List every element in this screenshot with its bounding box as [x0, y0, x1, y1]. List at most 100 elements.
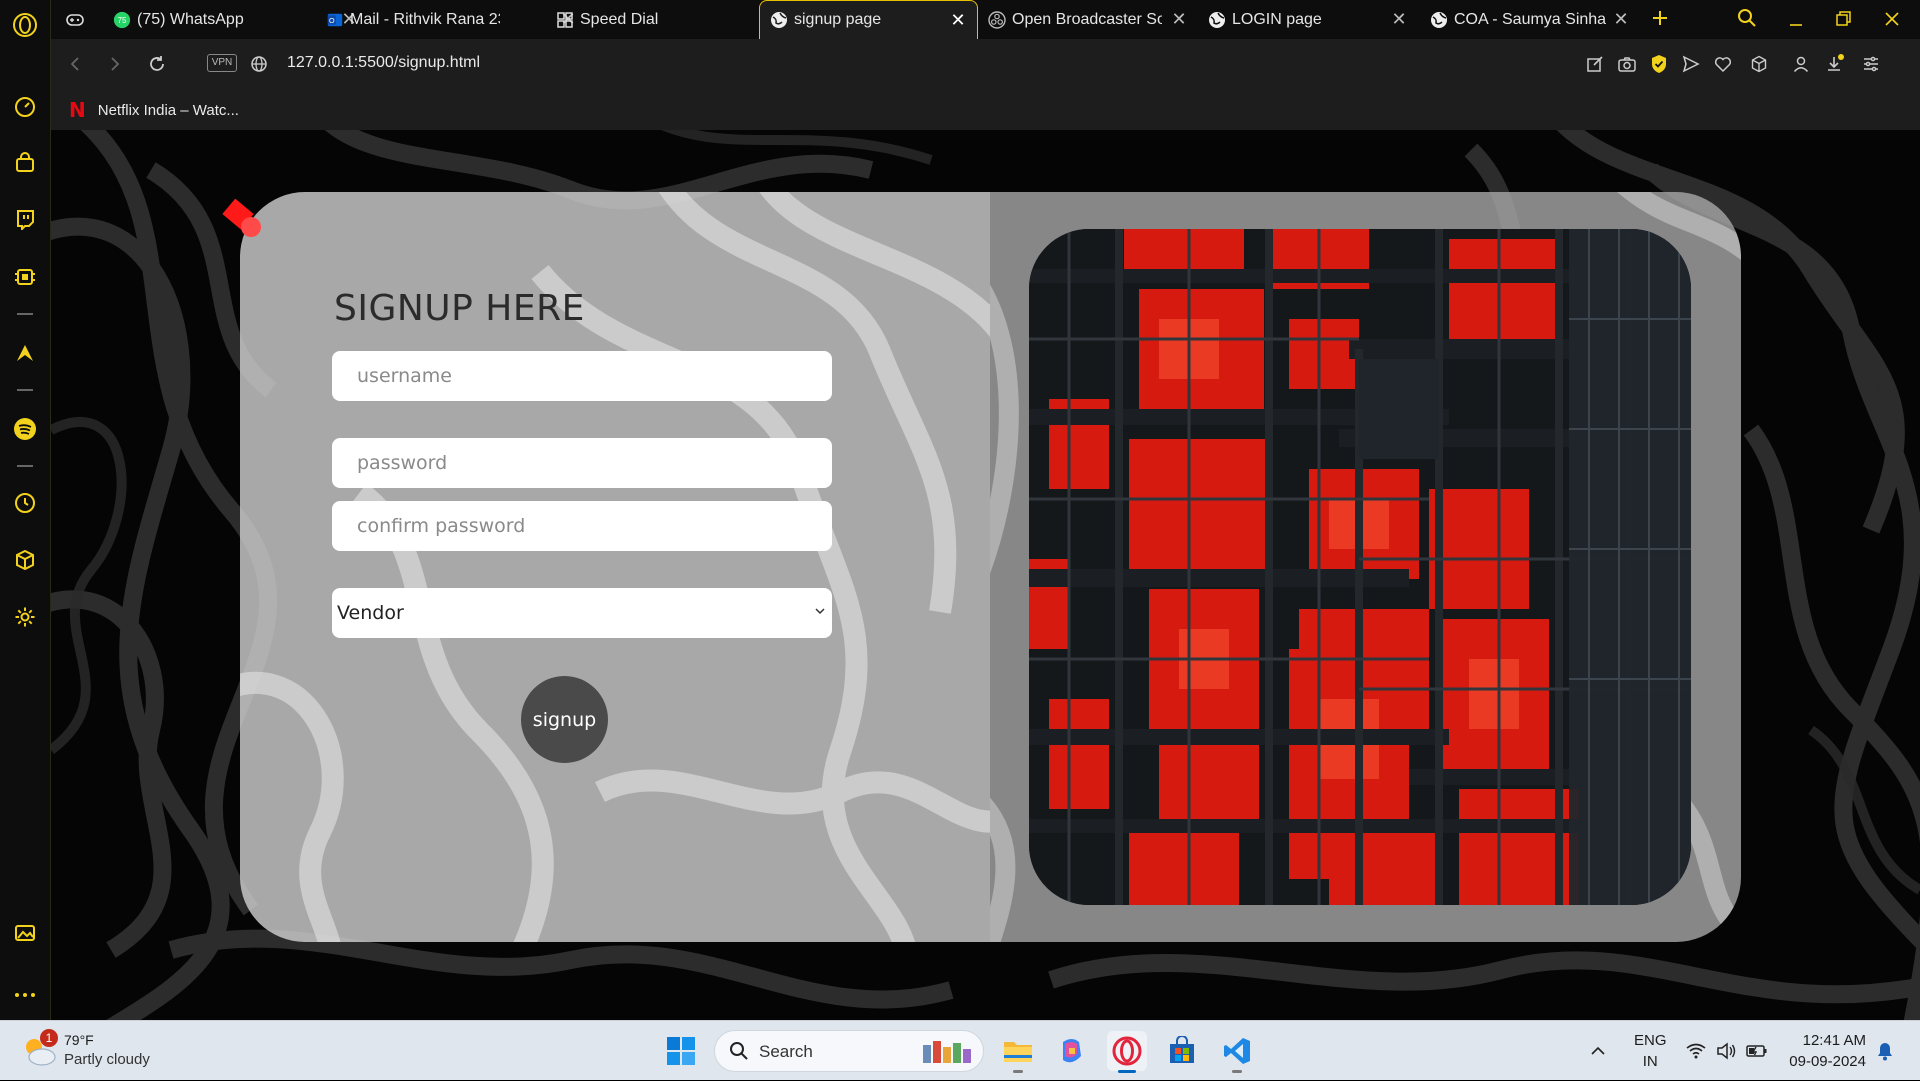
- address-bar: VPN 127.0.0.1:5500/signup.html: [51, 39, 1920, 89]
- battery-icon[interactable]: [1746, 1021, 1768, 1081]
- aria-icon[interactable]: [12, 340, 38, 366]
- wifi-icon[interactable]: [1686, 1021, 1706, 1081]
- vscode-app[interactable]: [1217, 1031, 1257, 1073]
- tab-search-icon[interactable]: [1735, 6, 1759, 30]
- reload-icon[interactable]: [145, 52, 169, 76]
- close-tab-icon[interactable]: ✕: [1170, 9, 1188, 29]
- profile-icon[interactable]: [1789, 52, 1813, 76]
- sidebar-divider: [17, 389, 33, 391]
- form-panel: SIGNUP HERE Vendor signup: [240, 192, 990, 942]
- wallpaper-icon[interactable]: [12, 920, 38, 946]
- role-select[interactable]: Vendor: [332, 588, 832, 638]
- tab-title: Speed Dial: [580, 10, 659, 28]
- close-tab-icon[interactable]: ✕: [949, 10, 967, 30]
- twitch-icon[interactable]: [12, 206, 38, 232]
- weather-widget[interactable]: 1 79°F Partly cloudy: [20, 1029, 180, 1073]
- region-code: IN: [1642, 1053, 1658, 1070]
- username-input[interactable]: [332, 351, 832, 401]
- search-icon: [730, 1042, 748, 1060]
- bookmark-netflix[interactable]: N Netflix India – Watc...: [69, 95, 239, 125]
- tray-overflow-chevron-icon[interactable]: [1590, 1021, 1606, 1081]
- gamepad-icon[interactable]: [63, 8, 87, 32]
- speedometer-icon[interactable]: [12, 94, 38, 120]
- tab-title: Mail - Rithvik Rana 23S: [350, 10, 500, 28]
- heart-icon[interactable]: [1711, 52, 1735, 76]
- taskbar-search[interactable]: Search: [714, 1030, 984, 1072]
- ai-chip-icon[interactable]: [12, 264, 38, 290]
- shopping-bag-icon[interactable]: [12, 150, 38, 176]
- back-icon[interactable]: [63, 52, 87, 76]
- url-field[interactable]: 127.0.0.1:5500/signup.html: [287, 54, 480, 72]
- history-icon[interactable]: [12, 490, 38, 516]
- search-label: Search: [759, 1042, 813, 1061]
- globe-icon: [770, 11, 788, 29]
- tab-coa[interactable]: COA - Saumya Sinha ✕: [1420, 0, 1640, 39]
- site-info-globe-icon[interactable]: [247, 52, 271, 76]
- download-icon[interactable]: [1823, 52, 1847, 76]
- vpn-badge[interactable]: VPN: [207, 54, 237, 72]
- store-app[interactable]: [1162, 1031, 1202, 1071]
- minimize-icon[interactable]: [1784, 8, 1808, 32]
- folder-icon: [1004, 1042, 1032, 1062]
- tab-login-page[interactable]: LOGIN page ✕: [1198, 0, 1418, 39]
- sidebar-divider: [17, 465, 33, 467]
- notification-bell-icon[interactable]: [1876, 1021, 1894, 1081]
- spotify-icon[interactable]: [12, 416, 38, 442]
- more-dots-icon[interactable]: [12, 982, 38, 1008]
- extensions-cube-icon[interactable]: [12, 547, 38, 573]
- tab-bar: 75 (75) WhatsApp ✕ O Mail - Rithvik Rana…: [51, 0, 1920, 39]
- outlook-icon: O: [326, 11, 344, 29]
- whatsapp-icon: 75: [113, 11, 131, 29]
- tab-mail[interactable]: O Mail - Rithvik Rana 23S ✕: [318, 0, 583, 39]
- weather-desc: Partly cloudy: [64, 1051, 150, 1068]
- close-tab-icon[interactable]: ✕: [1612, 9, 1630, 29]
- clock[interactable]: 12:41 AM 09-09-2024: [1789, 1030, 1866, 1072]
- signup-card: SIGNUP HERE Vendor signup: [240, 192, 1741, 942]
- extensions-icon[interactable]: [1747, 52, 1771, 76]
- close-window-icon[interactable]: [1880, 7, 1904, 31]
- speed-dial-icon: [556, 11, 574, 29]
- windows-taskbar: 1 79°F Partly cloudy Search ENG IN 12:41…: [0, 1020, 1920, 1080]
- adblock-shield-icon[interactable]: [1647, 52, 1671, 76]
- microsoft-store-icon: [1170, 1036, 1194, 1063]
- camera-icon[interactable]: [1615, 52, 1639, 76]
- new-tab-plus-icon[interactable]: [1648, 6, 1672, 30]
- signup-heading: SIGNUP HERE: [334, 288, 585, 329]
- tab-title: signup page: [794, 11, 882, 28]
- language-code: ENG: [1634, 1032, 1667, 1049]
- restore-icon[interactable]: [1832, 7, 1856, 31]
- whatsapp-badge: 75: [118, 16, 127, 25]
- volume-icon[interactable]: [1716, 1021, 1736, 1081]
- search-highlight-icon: [923, 1041, 971, 1063]
- snapshot-edit-icon[interactable]: [1583, 52, 1607, 76]
- building-photo-illustration: [1029, 229, 1691, 905]
- file-explorer-app[interactable]: [998, 1031, 1038, 1073]
- forward-icon[interactable]: [103, 52, 127, 76]
- tab-title: LOGIN page: [1232, 10, 1322, 28]
- language-indicator[interactable]: ENG IN: [1634, 1030, 1667, 1072]
- obs-icon: [988, 10, 1006, 29]
- start-button[interactable]: [661, 1031, 701, 1071]
- weather-temp: 79°F: [64, 1032, 94, 1048]
- tab-obs[interactable]: Open Broadcaster Soft ✕: [978, 0, 1198, 39]
- opera-logo-icon[interactable]: [12, 12, 38, 38]
- settings-gear-icon[interactable]: [12, 604, 38, 630]
- tab-title: COA - Saumya Sinha: [1454, 10, 1607, 28]
- copilot-app[interactable]: [1052, 1031, 1092, 1071]
- opera-app[interactable]: [1107, 1031, 1147, 1073]
- close-tab-icon[interactable]: ✕: [1390, 9, 1408, 29]
- svg-text:O: O: [329, 16, 335, 25]
- signup-button[interactable]: signup: [521, 676, 608, 763]
- clock-date: 09-09-2024: [1789, 1053, 1866, 1070]
- clock-time: 12:41 AM: [1802, 1032, 1866, 1049]
- password-input[interactable]: [332, 438, 832, 488]
- send-icon[interactable]: [1679, 52, 1703, 76]
- tab-title: Open Broadcaster Soft: [1012, 10, 1162, 28]
- confirm-password-input[interactable]: [332, 501, 832, 551]
- netflix-icon: N: [69, 98, 86, 122]
- role-select-value: Vendor: [337, 602, 404, 624]
- sidebar-divider: [17, 313, 33, 315]
- tab-signup-page[interactable]: signup page ✕: [759, 0, 978, 39]
- building-photo: [1029, 229, 1691, 905]
- easy-setup-icon[interactable]: [1859, 52, 1883, 76]
